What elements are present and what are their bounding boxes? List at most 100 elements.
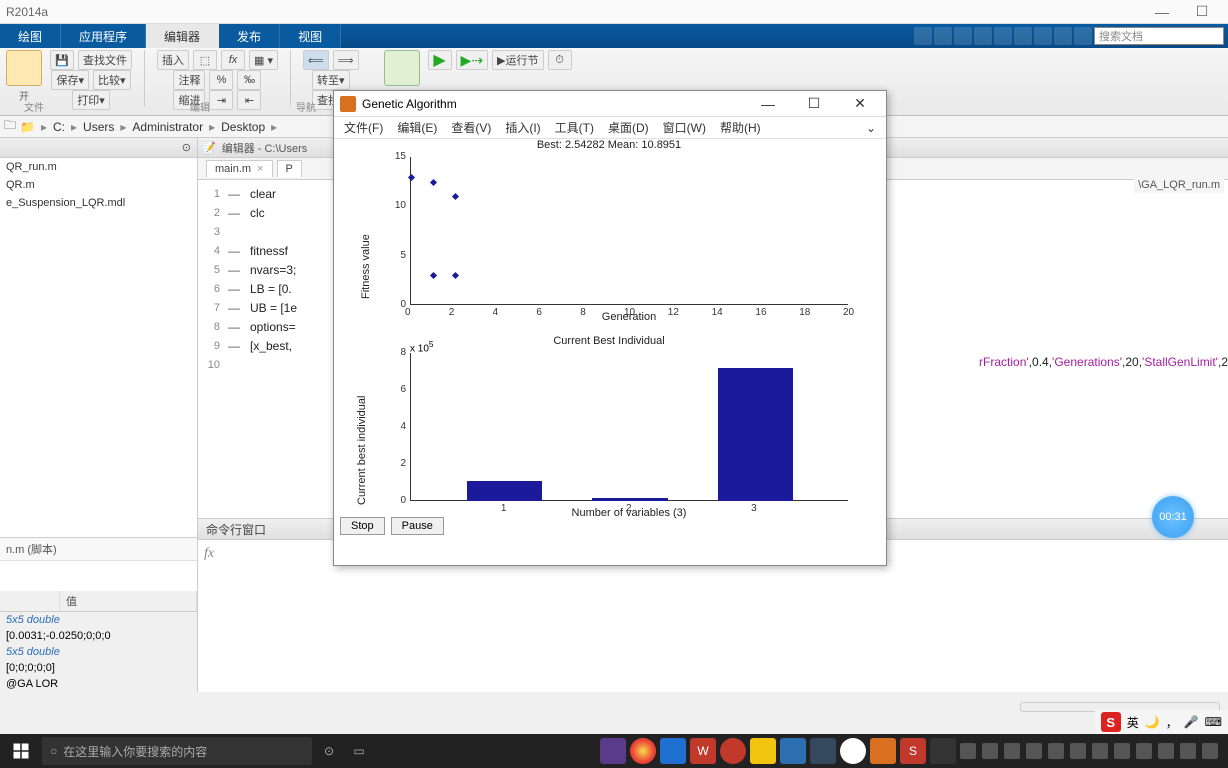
tray-icon[interactable] (1092, 743, 1108, 759)
help-icon[interactable] (1074, 27, 1092, 45)
qat-icon[interactable] (914, 27, 932, 45)
run-button[interactable]: ▶ (428, 50, 452, 70)
menu-edit[interactable]: 编辑(E) (397, 119, 437, 136)
taskbar-search[interactable]: ○ 在这里输入你要搜索的内容 (42, 737, 312, 765)
ga-figure-window[interactable]: Genetic Algorithm — ☐ ✕ 文件(F) 编辑(E) 查看(V… (333, 90, 887, 566)
find-files-button[interactable]: 查找文件 (78, 50, 132, 70)
minimize-button[interactable]: — (1142, 4, 1182, 20)
breakpoint-button[interactable] (384, 50, 420, 86)
editor-tab-2[interactable]: P (277, 160, 302, 177)
recording-timer-badge[interactable]: 00:31 (1152, 496, 1194, 538)
tray-icon[interactable] (1026, 743, 1042, 759)
mic-icon[interactable]: 🎤 (1184, 715, 1199, 729)
workspace-value[interactable]: [0.0031;-0.0250;0;0;0 (0, 628, 197, 644)
indent-tool[interactable]: ⇥ (209, 90, 233, 110)
tray-icon[interactable] (1048, 743, 1064, 759)
menu-file[interactable]: 文件(F) (344, 119, 383, 136)
comma-icon[interactable]: ， (1166, 714, 1178, 731)
app-icon[interactable] (780, 738, 806, 764)
goto-button[interactable]: 转至 ▾ (312, 70, 350, 90)
stop-button[interactable]: Stop (340, 517, 385, 535)
minimize-button[interactable]: — (748, 96, 788, 112)
tray-icon[interactable] (1114, 743, 1130, 759)
menu-help[interactable]: 帮助(H) (720, 119, 761, 136)
compare-button[interactable]: 比较 ▾ (93, 70, 131, 90)
app-icon[interactable] (840, 738, 866, 764)
path-seg[interactable]: Users (83, 120, 114, 134)
qat-icon[interactable] (1034, 27, 1052, 45)
tab-editor[interactable]: 编辑器 (146, 24, 219, 48)
qat-icon[interactable] (974, 27, 992, 45)
vscode-icon[interactable] (660, 738, 686, 764)
section-button[interactable]: ▦ ▾ (249, 50, 278, 70)
file-item[interactable]: e_Suspension_LQR.mdl (0, 194, 197, 212)
app-icon[interactable] (930, 738, 956, 764)
workspace-value[interactable]: 5x5 double (0, 612, 197, 628)
new-file-button[interactable] (6, 50, 42, 86)
matlab-taskbar-icon[interactable] (870, 738, 896, 764)
file-item[interactable]: QR.m (0, 176, 197, 194)
tab-plot[interactable]: 绘图 (0, 24, 61, 48)
moon-icon[interactable]: 🌙 (1145, 715, 1160, 729)
qat-icon[interactable] (994, 27, 1012, 45)
cortana-mic-icon[interactable]: ⊙ (316, 744, 342, 758)
back-button[interactable]: ⟸ (303, 50, 329, 70)
editor-tab-main[interactable]: main.m× (206, 160, 273, 177)
app-icon[interactable] (810, 738, 836, 764)
run-timing-button[interactable]: ⏱ (548, 50, 572, 70)
workspace-value[interactable]: @GA LOR (0, 676, 197, 692)
doc-search-input[interactable]: 搜索文档 (1094, 27, 1224, 45)
qat-icon[interactable] (934, 27, 952, 45)
qat-icon[interactable] (954, 27, 972, 45)
save-dd[interactable]: 保存 ▾ (51, 70, 89, 90)
menu-window[interactable]: 窗口(W) (663, 119, 706, 136)
menu-tools[interactable]: 工具(T) (555, 119, 594, 136)
run-advance-button[interactable]: ▶⇢ (456, 50, 489, 70)
outdent-tool[interactable]: ⇤ (237, 90, 261, 110)
wifi-icon[interactable] (1158, 743, 1174, 759)
maximize-button[interactable]: ☐ (1182, 3, 1222, 20)
insert-button[interactable]: 插入 (157, 50, 189, 70)
workspace-value[interactable]: 5x5 double (0, 644, 197, 660)
tray-icon[interactable] (1004, 743, 1020, 759)
menu-insert[interactable]: 插入(I) (505, 119, 540, 136)
tray-icon[interactable] (960, 743, 976, 759)
path-seg[interactable]: Desktop (221, 120, 265, 134)
menu-desktop[interactable]: 桌面(D) (608, 119, 649, 136)
editor-tab-right-path[interactable]: \GA_LQR_run.m (1134, 177, 1224, 193)
tab-apps[interactable]: 应用程序 (61, 24, 146, 48)
chrome-icon[interactable] (630, 738, 656, 764)
comment-tool2[interactable]: ‰ (237, 70, 261, 90)
ga-titlebar[interactable]: Genetic Algorithm — ☐ ✕ (334, 91, 886, 117)
taskbar-app[interactable] (600, 738, 626, 764)
qat-icon[interactable] (1014, 27, 1032, 45)
sogou-icon[interactable]: S (1101, 712, 1121, 732)
keyboard-icon[interactable]: ⌨ (1205, 715, 1222, 729)
menu-view[interactable]: 查看(V) (451, 119, 491, 136)
comment-button[interactable]: 注释 (173, 70, 205, 90)
tray-icon[interactable] (1136, 743, 1152, 759)
maximize-button[interactable]: ☐ (794, 95, 834, 112)
volume-icon[interactable] (1180, 743, 1196, 759)
tab-view[interactable]: 视图 (280, 24, 341, 48)
tray-icon[interactable] (982, 743, 998, 759)
panel-menu-icon[interactable]: ⊙ (182, 141, 191, 154)
fx-button[interactable]: fx (221, 50, 245, 70)
tray-icon[interactable] (1070, 743, 1086, 759)
workspace-value[interactable]: [0;0;0;0;0] (0, 660, 197, 676)
close-icon[interactable]: × (257, 163, 263, 175)
path-seg[interactable]: C: (53, 120, 65, 134)
pause-button[interactable]: Pause (391, 517, 444, 535)
sogou-taskbar-icon[interactable]: S (900, 738, 926, 764)
tab-publish[interactable]: 发布 (219, 24, 280, 48)
network-icon[interactable] (1202, 743, 1218, 759)
fwd-button[interactable]: ⟹ (333, 50, 359, 70)
run-section-button[interactable]: ▶ 运行节 (492, 50, 543, 70)
menu-more-icon[interactable]: ⌄ (866, 121, 876, 135)
ime-lang[interactable]: 英 (1127, 714, 1139, 731)
wps-icon[interactable]: W (690, 738, 716, 764)
close-button[interactable]: ✕ (840, 95, 880, 112)
task-view-icon[interactable]: ▭ (346, 744, 372, 758)
print-button[interactable]: 打印 ▾ (72, 90, 110, 110)
file-item[interactable]: QR_run.m (0, 158, 197, 176)
